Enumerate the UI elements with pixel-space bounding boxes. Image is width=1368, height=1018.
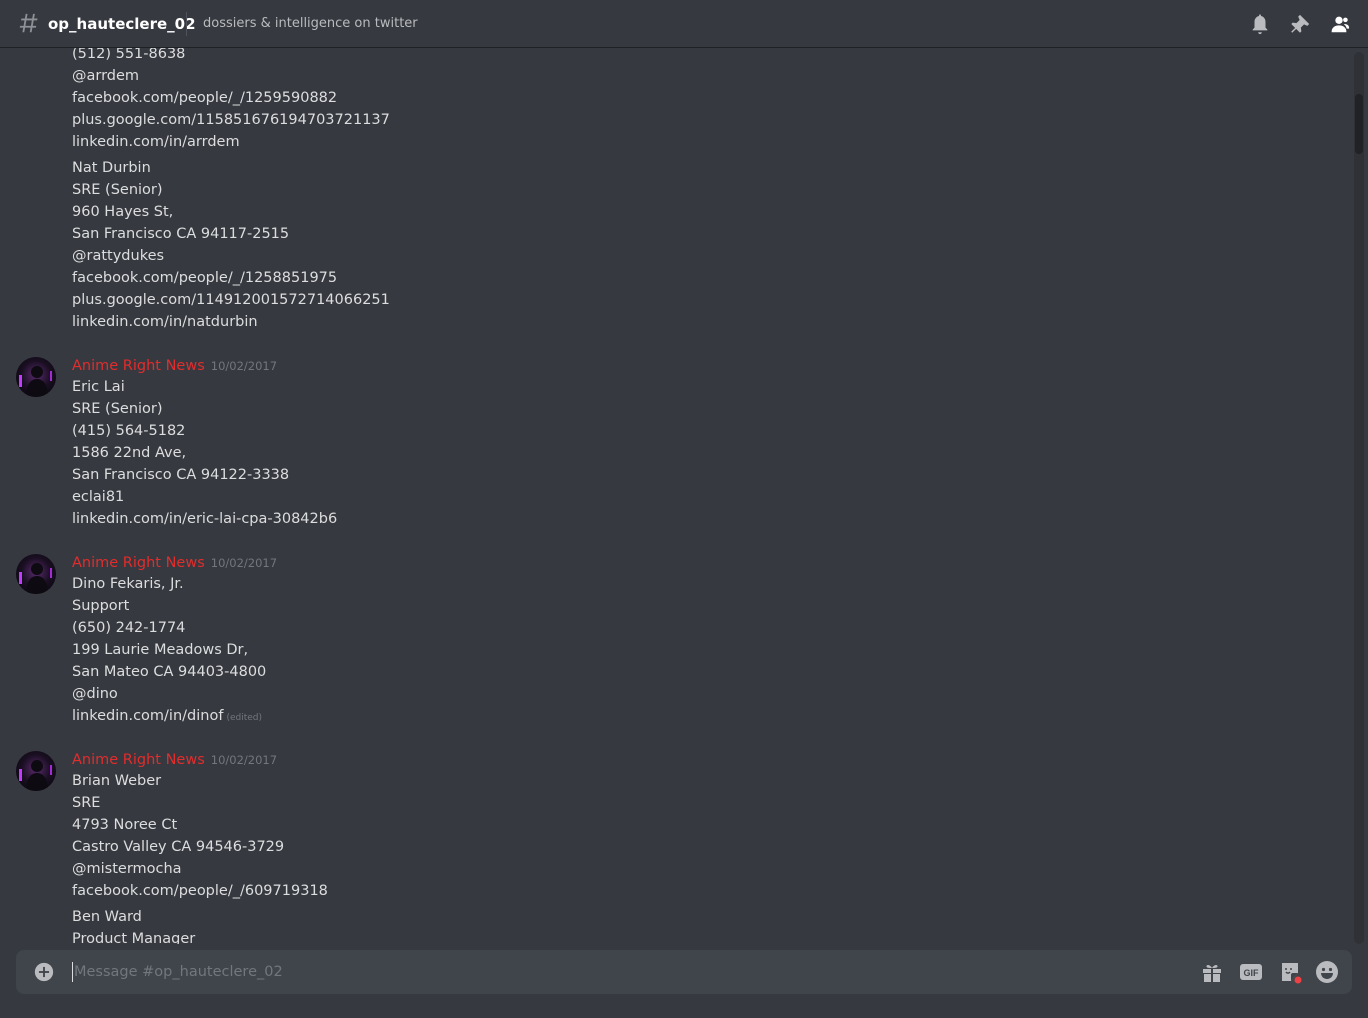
members-icon[interactable]: [1328, 13, 1350, 35]
message-line-text: linkedin.com/in/dinof: [72, 708, 224, 724]
message-line: linkedin.com/in/dinof (edited): [72, 705, 262, 729]
message-line: eclai81: [72, 489, 125, 505]
message-line: Product Manager: [72, 931, 196, 944]
message-line: @mistermocha: [72, 861, 182, 877]
message-line: SRE (Senior): [72, 401, 163, 417]
message-composer: GIF: [16, 950, 1352, 994]
gif-label: GIF: [1244, 968, 1260, 978]
message-line: 4793 Noree Ct: [72, 817, 178, 833]
message-line: facebook.com/people/_/1258851975: [72, 270, 338, 286]
message-line: linkedin.com/in/arrdem: [72, 134, 240, 150]
message-line: San Francisco CA 94117-2515: [72, 226, 290, 242]
message-line: linkedin.com/in/eric-lai-cpa-30842b6: [72, 511, 338, 527]
message-timestamp: 10/02/2017: [210, 556, 278, 570]
message-line: @arrdem: [72, 68, 140, 84]
channel-name: op_hauteclere_02: [48, 15, 196, 33]
avatar[interactable]: [16, 357, 56, 397]
message-line: Support: [72, 598, 130, 614]
message-input[interactable]: [72, 962, 1184, 982]
plus-icon[interactable]: [33, 961, 55, 983]
hash-icon: [19, 13, 38, 33]
author-name[interactable]: Anime Right News: [72, 752, 205, 768]
header-divider: [186, 12, 187, 36]
message-line: (415) 564-5182: [72, 423, 186, 439]
gift-icon[interactable]: [1200, 960, 1224, 984]
edited-label: (edited): [226, 713, 262, 723]
author-name[interactable]: Anime Right News: [72, 555, 205, 571]
message-timestamp: 10/02/2017: [210, 359, 278, 373]
pin-icon[interactable]: [1289, 13, 1311, 35]
gif-icon[interactable]: GIF: [1239, 960, 1263, 984]
message-list[interactable]: (512) 551-8638 @arrdem facebook.com/peop…: [0, 48, 1352, 944]
bell-icon[interactable]: [1249, 13, 1271, 35]
message-line: SRE (Senior): [72, 182, 163, 198]
message-line: Dino Fekaris, Jr.: [72, 576, 184, 592]
message-line: linkedin.com/in/natdurbin: [72, 314, 258, 330]
message-line: (512) 551-8638: [72, 48, 186, 62]
message-line: 1586 22nd Ave,: [72, 445, 187, 461]
message-line: plus.google.com/114912001572714066251: [72, 292, 390, 308]
message-line: Eric Lai: [72, 379, 125, 395]
message-line: 199 Laurie Meadows Dr,: [72, 642, 249, 658]
message-line: 960 Hayes St,: [72, 204, 174, 220]
channel-header: op_hauteclere_02 dossiers & intelligence…: [0, 0, 1368, 48]
emoji-icon[interactable]: [1315, 960, 1339, 984]
message-author[interactable]: Anime Right News 10/02/2017: [72, 355, 277, 377]
author-name[interactable]: Anime Right News: [72, 358, 205, 374]
message-line: Brian Weber: [72, 773, 162, 789]
message-line: Castro Valley CA 94546-3729: [72, 839, 285, 855]
app-window: op_hauteclere_02 dossiers & intelligence…: [0, 0, 1368, 1018]
message-line: San Mateo CA 94403-4800: [72, 664, 267, 680]
message-line: Ben Ward: [72, 909, 142, 925]
message-line: facebook.com/people/_/1259590882: [72, 90, 338, 106]
channel-topic[interactable]: dossiers & intelligence on twitter: [203, 15, 418, 33]
message-author[interactable]: Anime Right News 10/02/2017: [72, 552, 277, 574]
message-line: @dino: [72, 686, 118, 702]
message-author[interactable]: Anime Right News 10/02/2017: [72, 749, 277, 771]
avatar[interactable]: [16, 751, 56, 791]
message-line: SRE: [72, 795, 101, 811]
scrollbar-track[interactable]: [1354, 52, 1364, 944]
message-timestamp: 10/02/2017: [210, 753, 278, 767]
message-line: plus.google.com/115851676194703721137: [72, 112, 390, 128]
message-line: San Francisco CA 94122-3338: [72, 467, 290, 483]
avatar[interactable]: [16, 554, 56, 594]
message-line: (650) 242-1774: [72, 620, 186, 636]
message-line: Nat Durbin: [72, 160, 151, 176]
message-line: @rattydukes: [72, 248, 165, 264]
sticker-icon[interactable]: [1278, 960, 1302, 984]
scrollbar-thumb[interactable]: [1355, 94, 1363, 154]
message-line: facebook.com/people/_/609719318: [72, 883, 328, 899]
